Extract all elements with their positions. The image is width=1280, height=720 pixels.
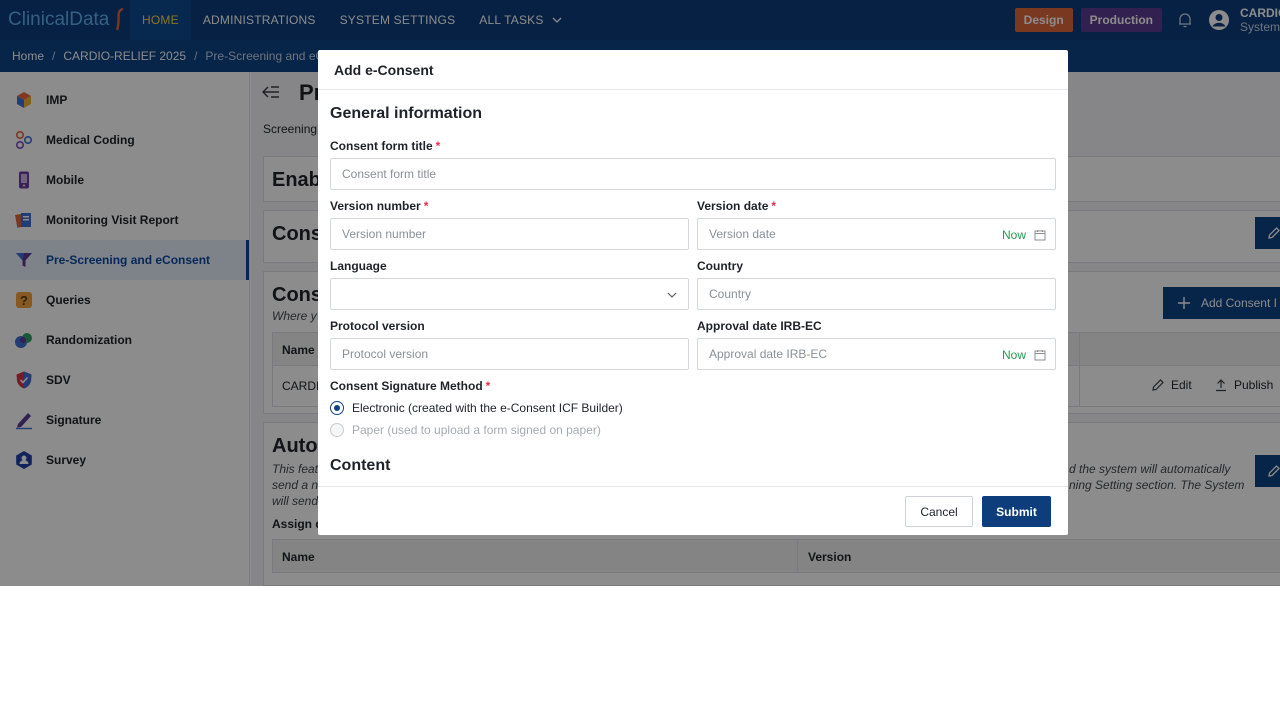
version-date-now[interactable]: Now — [1002, 228, 1046, 242]
protocol-version-label: Protocol version — [330, 319, 425, 333]
modal-header: Add e-Consent — [318, 50, 1068, 90]
app-root: ClinicalData HOME ADMINISTRATIONS SYSTEM… — [0, 0, 1280, 586]
version-date-label: Version date * — [697, 199, 776, 213]
country-label: Country — [697, 259, 743, 273]
chevron-down-icon — [667, 292, 677, 298]
radio-electronic[interactable]: Electronic (created with the e-Consent I… — [330, 401, 623, 415]
submit-button[interactable]: Submit — [982, 496, 1051, 527]
signature-method-label-text: Consent Signature Method — [330, 379, 483, 393]
country-input[interactable] — [697, 278, 1056, 310]
radio-paper-button[interactable] — [330, 423, 344, 437]
approval-date-label: Approval date IRB-EC — [697, 319, 822, 333]
approval-date-now-label: Now — [1002, 348, 1027, 362]
radio-electronic-label: Electronic (created with the e-Consent I… — [352, 401, 623, 415]
radio-electronic-button[interactable] — [330, 401, 344, 415]
version-date-now-label: Now — [1002, 228, 1027, 242]
version-number-label-text: Version number — [330, 199, 421, 213]
modal-title: Add e-Consent — [334, 61, 434, 78]
version-number-input[interactable] — [330, 218, 689, 250]
add-econsent-modal: Add e-Consent General information Consen… — [318, 50, 1068, 535]
consent-title-input[interactable] — [330, 158, 1056, 190]
approval-date-now[interactable]: Now — [1002, 348, 1046, 362]
signature-method-label: Consent Signature Method * — [330, 379, 490, 393]
required-marker: * — [485, 379, 491, 393]
modal-footer: Cancel Submit — [318, 486, 1068, 535]
required-marker: * — [435, 139, 441, 153]
language-select[interactable] — [330, 278, 689, 310]
section-general-information: General information — [330, 105, 483, 122]
consent-title-label: Consent form title * — [330, 139, 440, 153]
radio-selected-dot — [334, 405, 340, 411]
radio-paper-label: Paper (used to upload a form signed on p… — [352, 423, 601, 437]
section-content: Content — [330, 457, 391, 474]
modal-body: General information Consent form title * … — [318, 90, 1068, 486]
consent-title-label-text: Consent form title — [330, 139, 433, 153]
language-label: Language — [330, 259, 387, 273]
protocol-version-input[interactable] — [330, 338, 689, 370]
version-number-label: Version number * — [330, 199, 428, 213]
calendar-icon — [1034, 350, 1046, 361]
required-marker: * — [771, 199, 777, 213]
calendar-icon — [1034, 230, 1046, 241]
version-date-label-text: Version date — [697, 199, 769, 213]
radio-paper[interactable]: Paper (used to upload a form signed on p… — [330, 423, 601, 437]
cancel-button[interactable]: Cancel — [905, 496, 973, 527]
required-marker: * — [423, 199, 429, 213]
